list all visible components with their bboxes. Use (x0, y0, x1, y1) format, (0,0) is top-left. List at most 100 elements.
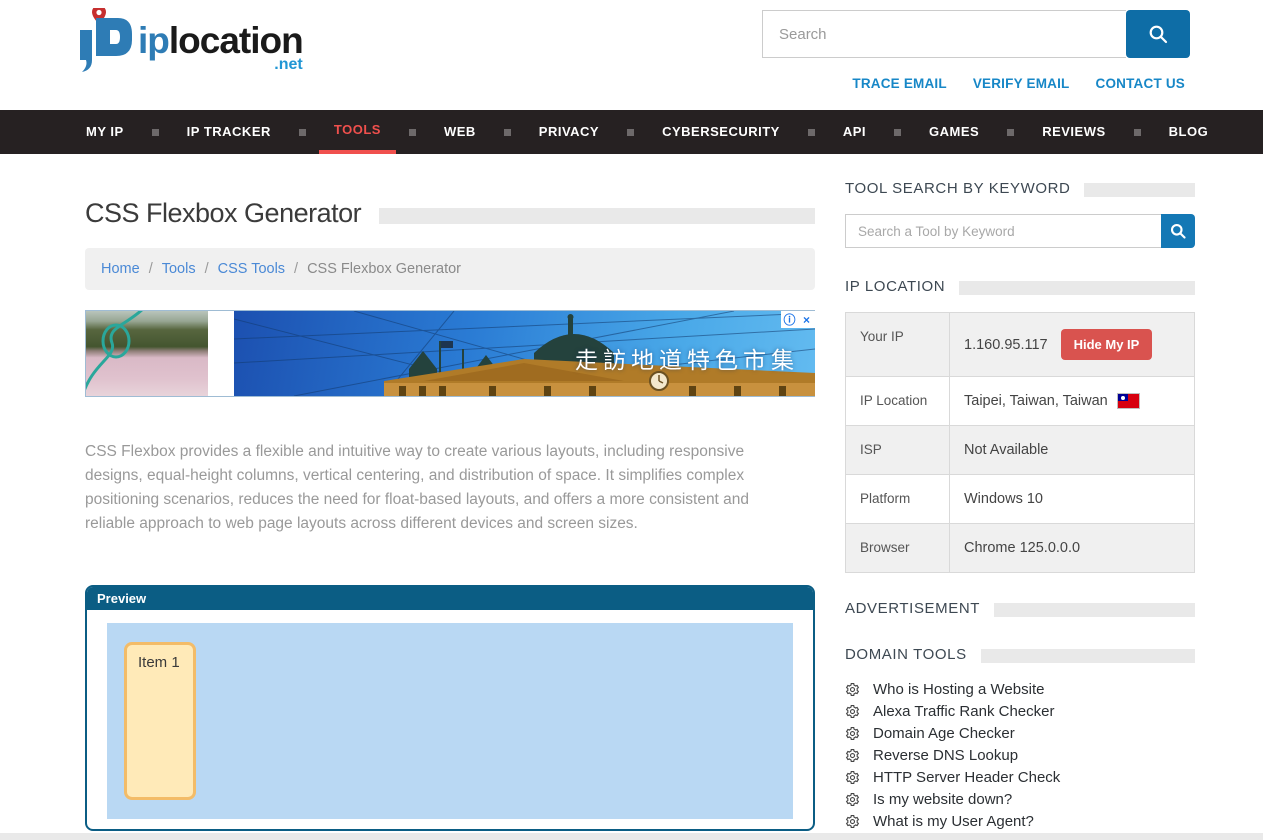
ip-location-heading-text: IP LOCATION (845, 278, 945, 295)
tool-search-input[interactable] (845, 214, 1161, 248)
gear-icon (845, 682, 860, 697)
domain-tool-link[interactable]: Is my website down? (873, 791, 1012, 808)
search-icon (1169, 222, 1187, 240)
breadcrumb-separator: / (205, 261, 209, 277)
list-item[interactable]: HTTP Server Header Check (845, 766, 1195, 788)
advertisement-heading-text: ADVERTISEMENT (845, 600, 980, 617)
nav-item-cybersecurity[interactable]: CYBERSECURITY (647, 110, 795, 154)
breadcrumb-home[interactable]: Home (101, 261, 140, 277)
ad-banner[interactable]: 走訪地道特色市集 ⓘ × (85, 310, 815, 397)
tool-search-button[interactable] (1161, 214, 1195, 248)
header-search-button[interactable] (1126, 10, 1190, 58)
ip-row-value: Windows 10 (950, 475, 1194, 523)
hide-my-ip-button[interactable]: Hide My IP (1061, 329, 1153, 360)
domain-tool-link[interactable]: HTTP Server Header Check (873, 769, 1060, 786)
main-navbar: MY IP IP TRACKER TOOLS WEB PRIVACY CYBER… (0, 110, 1263, 154)
table-row: ISP Not Available (846, 426, 1194, 475)
page-title: CSS Flexbox Generator (85, 198, 361, 229)
table-row: Platform Windows 10 (846, 475, 1194, 524)
taiwan-flag-icon (1118, 394, 1139, 408)
breadcrumb-separator: / (149, 261, 153, 277)
ip-row-label: ISP (846, 426, 950, 474)
tool-search-heading-text: TOOL SEARCH BY KEYWORD (845, 180, 1070, 197)
search-icon (1147, 23, 1169, 45)
trace-email-link[interactable]: TRACE EMAIL (852, 76, 946, 91)
ad-badges: ⓘ × (781, 311, 815, 328)
flexbox-preview-container: Item 1 (107, 623, 793, 819)
browser-value: Chrome 125.0.0.0 (964, 540, 1080, 556)
tool-search-heading: TOOL SEARCH BY KEYWORD (845, 180, 1195, 197)
nav-item-games[interactable]: GAMES (914, 110, 994, 154)
list-item[interactable]: Reverse DNS Lookup (845, 744, 1195, 766)
heading-decoration-bar (981, 649, 1195, 663)
flexbox-preview-item[interactable]: Item 1 (124, 642, 196, 800)
nav-separator (894, 129, 901, 136)
breadcrumb-tools[interactable]: Tools (162, 261, 196, 277)
nav-separator (299, 129, 306, 136)
gear-icon (845, 770, 860, 785)
header-search-input[interactable] (762, 10, 1126, 58)
title-decoration-bar (379, 208, 815, 224)
heading-decoration-bar (994, 603, 1195, 617)
sidebar: TOOL SEARCH BY KEYWORD IP LOCATION Your … (845, 154, 1195, 840)
gear-icon (845, 704, 860, 719)
ip-row-value: Taipei, Taiwan, Taiwan (950, 377, 1194, 425)
preview-panel-header: Preview (87, 587, 813, 610)
ad-info-icon[interactable]: ⓘ (781, 311, 798, 328)
list-item[interactable]: Domain Age Checker (845, 722, 1195, 744)
nav-item-web[interactable]: WEB (429, 110, 491, 154)
nav-item-my-ip[interactable]: MY IP (71, 110, 139, 154)
domain-tool-link[interactable]: Reverse DNS Lookup (873, 747, 1018, 764)
breadcrumb-separator: / (294, 261, 298, 277)
nav-separator (152, 129, 159, 136)
footer-strip (0, 833, 1263, 840)
list-item[interactable]: Who is Hosting a Website (845, 678, 1195, 700)
advertisement-heading: ADVERTISEMENT (845, 600, 1195, 617)
nav-item-ip-tracker[interactable]: IP TRACKER (172, 110, 286, 154)
ip-row-value: 1.160.95.117 Hide My IP (950, 313, 1194, 376)
heading-decoration-bar (1084, 183, 1195, 197)
domain-tools-heading-text: DOMAIN TOOLS (845, 646, 967, 663)
isp-value: Not Available (964, 442, 1048, 458)
ad-overlay-text: 走訪地道特色市集 (575, 341, 799, 375)
nav-item-reviews[interactable]: REVIEWS (1027, 110, 1120, 154)
contact-us-link[interactable]: CONTACT US (1096, 76, 1186, 91)
ip-location-value: Taipei, Taiwan, Taiwan (964, 393, 1108, 409)
ip-location-table: Your IP 1.160.95.117 Hide My IP IP Locat… (845, 312, 1195, 573)
nav-item-blog[interactable]: BLOG (1154, 110, 1224, 154)
table-row: Your IP 1.160.95.117 Hide My IP (846, 313, 1194, 377)
site-logo[interactable]: iplocation .net (72, 8, 303, 74)
ad-close-icon[interactable]: × (798, 311, 815, 328)
list-item[interactable]: Alexa Traffic Rank Checker (845, 700, 1195, 722)
your-ip-value: 1.160.95.117 (964, 337, 1048, 353)
list-item[interactable]: What is my User Agent? (845, 810, 1195, 832)
header-links: TRACE EMAIL VERIFY EMAIL CONTACT US (852, 76, 1185, 91)
table-row: IP Location Taipei, Taiwan, Taiwan (846, 377, 1194, 426)
ip-row-value: Chrome 125.0.0.0 (950, 524, 1194, 572)
page: iplocation .net TRACE EMAIL VERIFY EMAIL… (0, 0, 1263, 840)
table-row: Browser Chrome 125.0.0.0 (846, 524, 1194, 572)
domain-tools-heading: DOMAIN TOOLS (845, 646, 1195, 663)
domain-tool-link[interactable]: Domain Age Checker (873, 725, 1015, 742)
header-search (762, 10, 1190, 58)
ip-row-label: Your IP (846, 313, 950, 376)
heading-decoration-bar (959, 281, 1195, 295)
list-item[interactable]: Is my website down? (845, 788, 1195, 810)
gear-icon (845, 814, 860, 829)
domain-tool-link[interactable]: Alexa Traffic Rank Checker (873, 703, 1054, 720)
domain-tool-link[interactable]: What is my User Agent? (873, 813, 1034, 830)
ad-creative: 走訪地道特色市集 ⓘ × (234, 311, 815, 396)
verify-email-link[interactable]: VERIFY EMAIL (973, 76, 1070, 91)
nav-item-tools[interactable]: TOOLS (319, 110, 396, 154)
iplocation-logo-icon (72, 8, 134, 74)
preview-panel: Preview Item 1 (85, 585, 815, 831)
domain-tool-link[interactable]: Who is Hosting a Website (873, 681, 1044, 698)
logo-location-text: location (169, 20, 303, 61)
nav-item-privacy[interactable]: PRIVACY (524, 110, 614, 154)
nav-separator (504, 129, 511, 136)
platform-value: Windows 10 (964, 491, 1043, 507)
breadcrumb-css-tools[interactable]: CSS Tools (218, 261, 285, 277)
nav-item-api[interactable]: API (828, 110, 881, 154)
nav-separator (627, 129, 634, 136)
nav-separator (1134, 129, 1141, 136)
